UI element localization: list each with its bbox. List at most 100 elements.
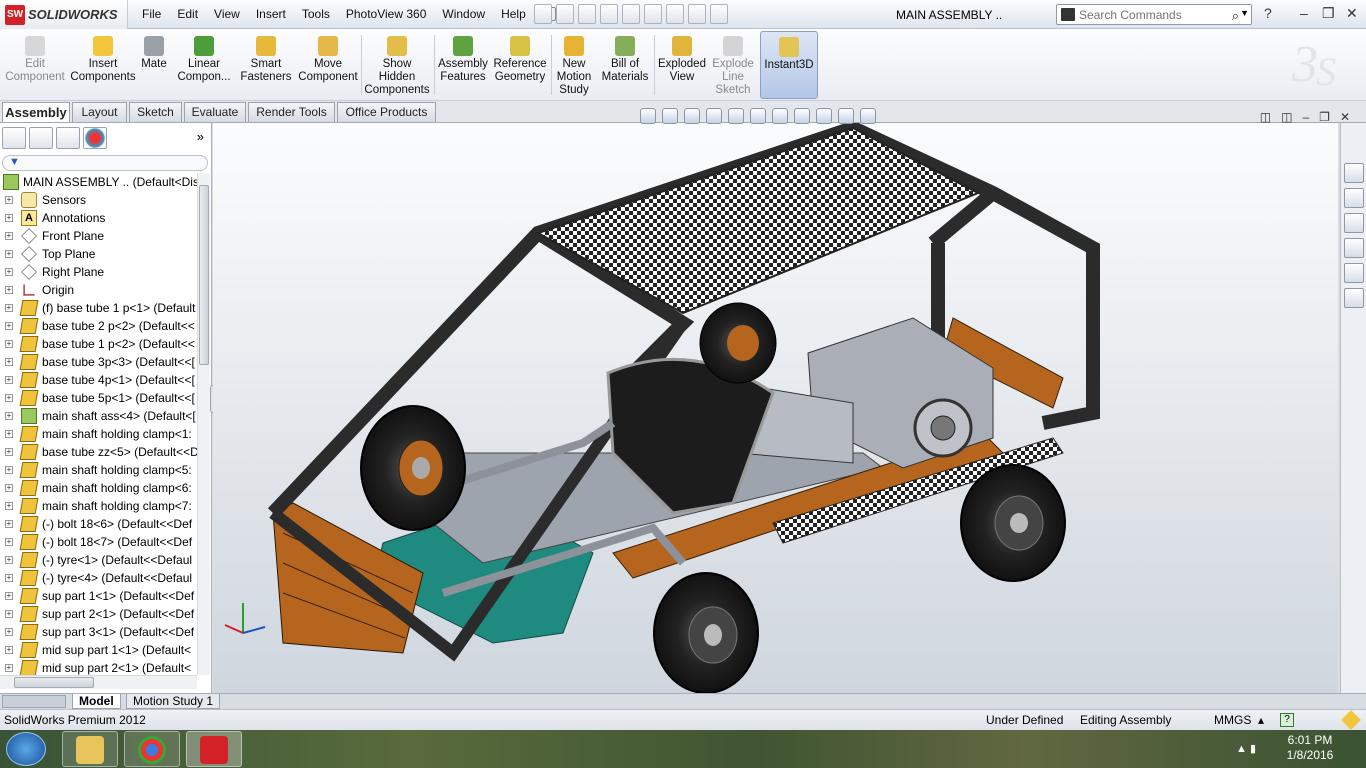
insert-components-button[interactable]: Insert Components (70, 31, 136, 99)
solidworks-resources-icon[interactable] (1344, 163, 1364, 183)
property-manager-tab-icon[interactable] (29, 127, 53, 149)
minimize-icon[interactable]: – (1300, 5, 1308, 21)
expand-icon[interactable]: + (5, 556, 13, 564)
tab-render-tools[interactable]: Render Tools (248, 102, 335, 122)
help-status-icon[interactable]: ? (1280, 713, 1294, 727)
reference-geometry-button[interactable]: Reference Geometry (492, 31, 548, 99)
help-icon[interactable]: ? (1264, 5, 1272, 21)
expand-icon[interactable]: + (5, 340, 13, 348)
view-palette-icon[interactable] (1344, 238, 1364, 258)
restore-icon[interactable]: ❐ (1322, 5, 1335, 22)
menu-file[interactable]: File (134, 7, 169, 21)
menu-window[interactable]: Window (434, 7, 493, 21)
search-commands-box[interactable]: ⌕ ▼ (1056, 4, 1252, 25)
tree-item[interactable]: + (-) tyre<4> (Default<<Defaul (0, 569, 197, 587)
tree-item[interactable]: + main shaft holding clamp<7: (0, 497, 197, 515)
viewport-close-icon[interactable]: ✕ (1340, 110, 1350, 124)
tree-filter[interactable]: ▼ (2, 155, 208, 171)
edit-component-button[interactable]: Edit Component (2, 31, 68, 99)
tree-root[interactable]: MAIN ASSEMBLY .. (Default<Dis (0, 173, 197, 191)
tree-item[interactable]: + base tube 3p<3> (Default<<[ (0, 353, 197, 371)
system-clock[interactable]: 6:01 PM 1/8/2016 (1280, 733, 1340, 763)
expand-icon[interactable]: + (5, 646, 13, 654)
exploded-view-button[interactable]: Exploded View (656, 31, 708, 99)
expand-icon[interactable]: + (5, 268, 13, 276)
menu-help[interactable]: Help (493, 7, 534, 21)
taskbar-solidworks[interactable] (186, 731, 242, 767)
expand-icon[interactable]: + (5, 412, 13, 420)
design-library-icon[interactable] (1344, 188, 1364, 208)
edit-appearance-icon[interactable] (816, 108, 832, 124)
new-document-icon[interactable] (534, 4, 552, 24)
show-hidden-components-button[interactable]: Show Hidden Components (364, 31, 430, 99)
taskbar-chrome[interactable] (124, 731, 180, 767)
expand-icon[interactable]: + (5, 574, 13, 582)
tree-item[interactable]: + Right Plane (0, 263, 197, 281)
expand-icon[interactable]: + (5, 466, 13, 474)
kart-assembly-model[interactable] (213, 120, 1338, 694)
section-view-icon[interactable] (706, 108, 722, 124)
display-style-icon[interactable] (772, 108, 788, 124)
zoom-to-fit-icon[interactable] (662, 108, 678, 124)
expand-icon[interactable]: + (5, 394, 13, 402)
hide-show-items-icon[interactable] (794, 108, 810, 124)
system-tray[interactable]: ▲ ▮ (1236, 742, 1256, 755)
rebuild-traffic-light-icon[interactable] (666, 4, 684, 24)
tab-motion-study[interactable]: Motion Study 1 (126, 694, 221, 709)
expand-icon[interactable]: + (5, 484, 13, 492)
taskbar-explorer[interactable] (62, 731, 118, 767)
expand-panel-icon[interactable]: » (197, 129, 204, 144)
units-selector[interactable]: MMGS (1214, 710, 1251, 730)
tree-item[interactable]: + (-) bolt 18<7> (Default<<Def (0, 533, 197, 551)
expand-icon[interactable]: + (5, 610, 13, 618)
expand-icon[interactable]: + (5, 628, 13, 636)
tile-left-icon[interactable]: ◫ (1260, 110, 1271, 124)
close-icon[interactable]: ✕ (1346, 5, 1358, 22)
tree-item[interactable]: + Front Plane (0, 227, 197, 245)
tree-item[interactable]: + base tube 2 p<2> (Default<< (0, 317, 197, 335)
expand-icon[interactable]: + (5, 214, 13, 222)
feature-manager-tab-icon[interactable] (2, 127, 26, 149)
options-icon[interactable] (710, 4, 728, 24)
menu-edit[interactable]: Edit (169, 7, 206, 21)
view-settings-icon[interactable] (860, 108, 876, 124)
view-orientation-icon[interactable] (750, 108, 766, 124)
save-icon[interactable] (578, 4, 596, 24)
menu-photoview[interactable]: PhotoView 360 (338, 7, 435, 21)
bill-of-materials-button[interactable]: Bill of Materials (598, 31, 652, 99)
expand-icon[interactable]: + (5, 448, 13, 456)
configuration-manager-tab-icon[interactable] (56, 127, 80, 149)
undo-icon[interactable] (622, 4, 640, 24)
tree-item[interactable]: + Origin (0, 281, 197, 299)
tree-item[interactable]: + A Annotations (0, 209, 197, 227)
scroll-thumb[interactable] (14, 677, 94, 688)
tree-item[interactable]: + base tube 4p<1> (Default<<[ (0, 371, 197, 389)
expand-icon[interactable]: + (5, 592, 13, 600)
assembly-features-button[interactable]: Assembly Features (436, 31, 490, 99)
expand-icon[interactable]: + (5, 322, 13, 330)
tree-item[interactable]: + sup part 3<1> (Default<<Def (0, 623, 197, 641)
expand-icon[interactable]: + (5, 232, 13, 240)
tree-item[interactable]: + main shaft holding clamp<1: (0, 425, 197, 443)
search-input[interactable] (1079, 6, 1219, 23)
zoom-to-area-icon[interactable] (684, 108, 700, 124)
display-manager-tab-icon[interactable] (83, 127, 107, 149)
smart-fasteners-button[interactable]: Smart Fasteners (238, 31, 294, 99)
expand-icon[interactable]: + (5, 664, 13, 672)
tab-model[interactable]: Model (72, 694, 121, 709)
previous-view-icon[interactable] (640, 108, 656, 124)
tree-item[interactable]: + (-) tyre<1> (Default<<Defaul (0, 551, 197, 569)
move-component-button[interactable]: Move Component (298, 31, 358, 99)
file-properties-icon[interactable] (688, 4, 706, 24)
tree-item[interactable]: + base tube 5p<1> (Default<<[ (0, 389, 197, 407)
expand-icon[interactable]: + (5, 304, 13, 312)
expand-icon[interactable]: + (5, 376, 13, 384)
tree-item[interactable]: + sup part 2<1> (Default<<Def (0, 605, 197, 623)
rebuild-status-icon[interactable] (1341, 710, 1361, 730)
viewport-minimize-icon[interactable]: – (1302, 110, 1309, 124)
chevron-down-icon[interactable]: ▼ (1240, 8, 1249, 18)
apply-scene-icon[interactable] (838, 108, 854, 124)
dynamic-annotation-icon[interactable] (728, 108, 744, 124)
new-motion-study-button[interactable]: New Motion Study (554, 31, 594, 99)
tab-sketch[interactable]: Sketch (129, 102, 182, 122)
